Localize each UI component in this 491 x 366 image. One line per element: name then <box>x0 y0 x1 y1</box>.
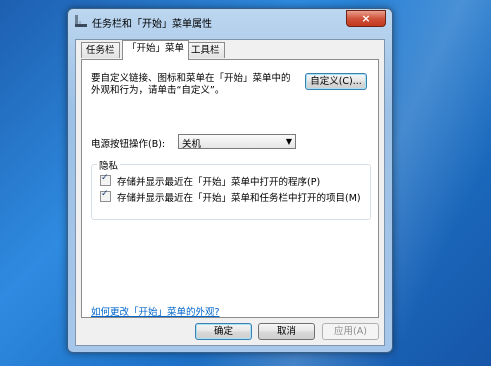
power-button-label: 电源按钮操作(B): <box>91 139 166 150</box>
checkbox-box[interactable]: ✓ <box>100 189 111 202</box>
close-icon: × <box>361 12 371 25</box>
description-line: 要自定义链接、图标和菜单在「开始」菜单中的 <box>91 73 291 84</box>
checkbox-box[interactable]: ✓ <box>100 173 111 186</box>
tab-taskbar[interactable]: 任务栏 <box>81 42 120 58</box>
tab-label: 工具栏 <box>191 45 220 56</box>
recent-programs-checkbox[interactable]: ✓ 存储并显示最近在「开始」菜单中打开的程序(P) <box>100 173 321 188</box>
tab-toolbars[interactable]: 工具栏 <box>186 42 225 58</box>
checkbox-label: 存储并显示最近在「开始」菜单和任务栏中打开的项目(M) <box>117 193 361 204</box>
close-button[interactable]: × <box>346 10 386 27</box>
recent-items-checkbox[interactable]: ✓ 存储并显示最近在「开始」菜单和任务栏中打开的项目(M) <box>100 189 361 204</box>
apply-button[interactable]: 应用(A) <box>322 323 379 340</box>
description-line: 外观和行为，请单击“自定义”。 <box>91 85 225 96</box>
description-text: 要自定义链接、图标和菜单在「开始」菜单中的 外观和行为，请单击“自定义”。 <box>91 73 291 97</box>
ok-button[interactable]: 确定 <box>195 323 252 340</box>
power-button-select[interactable]: 关机 ▼ <box>178 134 296 150</box>
power-button-value: 关机 <box>182 139 202 150</box>
checkmark-icon: ✓ <box>101 189 109 199</box>
tab-label: 「开始」菜单 <box>127 43 185 54</box>
privacy-group-title: 隐私 <box>97 158 121 172</box>
properties-dialog: 任务栏和「开始」菜单属性 × 任务栏 「开始」菜单 工具栏 要自定义链接、图标和… <box>67 8 393 353</box>
help-link[interactable]: 如何更改「开始」菜单的外观? <box>91 304 220 318</box>
tab-label: 任务栏 <box>86 45 115 56</box>
checkmark-icon: ✓ <box>101 173 109 183</box>
taskbar-icon <box>74 15 88 27</box>
chevron-down-icon: ▼ <box>285 137 292 146</box>
dialog-client: 任务栏 「开始」菜单 工具栏 要自定义链接、图标和菜单在「开始」菜单中的 外观和… <box>75 39 385 346</box>
privacy-group: 隐私 ✓ 存储并显示最近在「开始」菜单中打开的程序(P) ✓ 存储并显示最近在「… <box>91 158 371 220</box>
customize-button[interactable]: 自定义(C)... <box>305 73 367 90</box>
title-bar[interactable]: 任务栏和「开始」菜单属性 × <box>68 9 392 33</box>
checkbox-label: 存储并显示最近在「开始」菜单中打开的程序(P) <box>117 177 321 188</box>
cancel-button[interactable]: 取消 <box>258 323 315 340</box>
start-menu-panel: 要自定义链接、图标和菜单在「开始」菜单中的 外观和行为，请单击“自定义”。 自定… <box>81 59 379 318</box>
window-title: 任务栏和「开始」菜单属性 <box>92 19 212 30</box>
tab-start-menu[interactable]: 「开始」菜单 <box>122 40 190 60</box>
